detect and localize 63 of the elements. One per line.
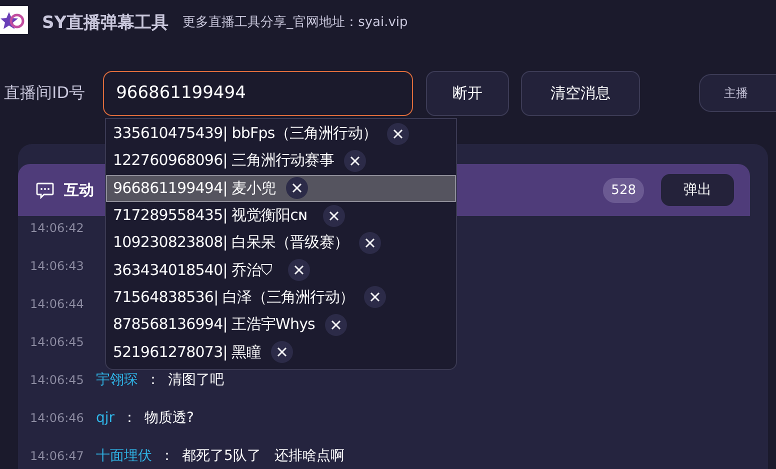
message-text: 物质透? bbox=[144, 409, 194, 427]
room-history-item[interactable]: 109230823808| 白呆呆（晋级赛） bbox=[106, 229, 456, 256]
message-time: 14:06:46 bbox=[30, 411, 85, 425]
username: 宇翎琛 bbox=[96, 371, 138, 389]
room-history-text: 521961278073| 黑瞳 bbox=[113, 344, 261, 360]
message-text: 都死了5队了 还排啥点啊 bbox=[182, 447, 344, 465]
close-icon bbox=[292, 183, 302, 194]
username: qjr bbox=[96, 410, 115, 426]
message-time: 14:06:43 bbox=[30, 259, 85, 273]
room-history-text: 878568136994| 王浩宇Whys bbox=[113, 317, 315, 332]
room-history-item[interactable]: 71564838536| 白泽（三角洲行动） bbox=[106, 284, 456, 312]
message-time: 14:06:45 bbox=[30, 335, 85, 349]
close-icon bbox=[364, 238, 375, 248]
room-history-item[interactable]: 335610475439| bbFps（三角洲行动） bbox=[106, 120, 456, 148]
room-history-item[interactable]: 122760968096| 三角洲行动赛事 bbox=[106, 147, 456, 175]
app-title: SY直播弹幕工具 bbox=[42, 12, 169, 34]
close-icon bbox=[329, 210, 340, 221]
message-count: 528 bbox=[603, 178, 644, 202]
close-icon bbox=[294, 265, 304, 276]
chat-icon bbox=[36, 182, 54, 198]
close-button[interactable] bbox=[386, 122, 409, 145]
close-icon bbox=[370, 292, 380, 302]
room-history-text: 363434018540| 乔治⛉ bbox=[113, 262, 272, 278]
streamer-button[interactable]: 主播 bbox=[698, 74, 776, 112]
close-icon bbox=[330, 320, 341, 330]
room-history-text: 966861199494| 麦小兜 bbox=[113, 180, 276, 196]
colon: ： bbox=[122, 409, 137, 427]
close-button[interactable] bbox=[364, 286, 386, 308]
room-history-item[interactable]: 966861199494| 麦小兜 bbox=[106, 174, 456, 202]
close-icon bbox=[350, 156, 360, 166]
message-time: 14:06:47 bbox=[30, 449, 85, 463]
colon: ： bbox=[146, 371, 160, 389]
room-id-field[interactable]: 966861199494 bbox=[103, 70, 414, 116]
close-button[interactable] bbox=[270, 341, 293, 364]
close-button[interactable] bbox=[324, 314, 347, 336]
close-icon bbox=[276, 347, 287, 358]
room-id-label: 直播间ID号 bbox=[3, 82, 86, 104]
disconnect-button[interactable]: 断开 bbox=[426, 70, 509, 116]
room-history-text: 122760968096| 三角洲行动赛事 bbox=[113, 153, 334, 168]
close-button[interactable] bbox=[288, 259, 310, 282]
close-button[interactable] bbox=[358, 232, 381, 254]
close-icon bbox=[392, 128, 403, 139]
room-history-item[interactable]: 878568136994| 王浩宇Whys bbox=[106, 311, 456, 338]
close-button[interactable] bbox=[323, 204, 346, 227]
clear-messages-button[interactable]: 清空消息 bbox=[520, 70, 640, 116]
username: 十面埋伏 bbox=[96, 447, 152, 465]
room-history-item[interactable]: 717289558435| 视觉衡阳ᴄɴ bbox=[106, 202, 456, 230]
message-time: 14:06:44 bbox=[30, 297, 85, 311]
message-text: 清图了吧 bbox=[168, 371, 224, 389]
room-history-text: 71564838536| 白泽（三角洲行动） bbox=[113, 290, 354, 305]
close-button[interactable] bbox=[344, 150, 366, 172]
message-time: 14:06:45 bbox=[30, 373, 85, 387]
room-history-item[interactable]: 521961278073| 黑瞳 bbox=[106, 338, 456, 366]
room-history-text: 335610475439| bbFps（三角洲行动） bbox=[113, 126, 377, 142]
room-history-item[interactable]: 363434018540| 乔治⛉ bbox=[106, 256, 456, 284]
message-time: 14:06:42 bbox=[30, 221, 85, 235]
room-history-text: 109230823808| 白呆呆（晋级赛） bbox=[113, 235, 349, 250]
website-note: 更多直播工具分享_官网地址：syai.vip bbox=[182, 14, 408, 31]
close-button[interactable] bbox=[286, 177, 308, 200]
popout-button[interactable]: 弹出 bbox=[661, 174, 734, 206]
panel-title: 互动 bbox=[64, 180, 94, 200]
colon: ： bbox=[160, 447, 174, 465]
room-history-text: 717289558435| 视觉衡阳ᴄɴ bbox=[113, 208, 308, 224]
